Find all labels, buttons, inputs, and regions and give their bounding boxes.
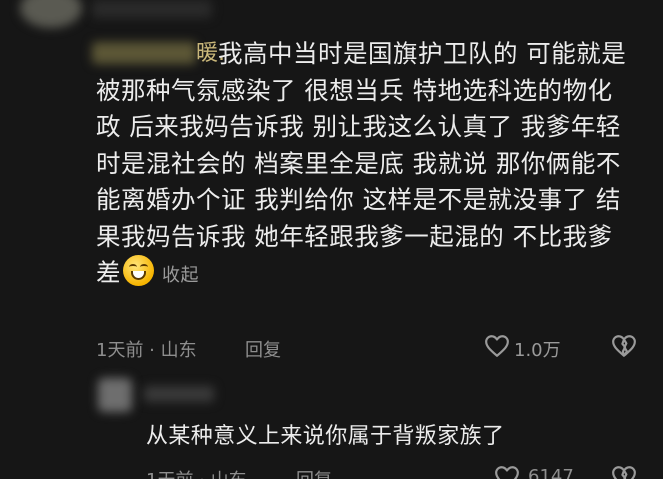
username-top-blurred [92,0,212,18]
comment-line-1: 我高中当时是国旗护卫队的 可能就是 [218,39,627,68]
reply-avatar[interactable] [98,378,132,412]
comment-time-location: 1天前 · 山东 [96,340,197,361]
reply-time-location: 1天前 · 山东 [146,466,247,479]
reply-button[interactable]: 回复 [245,336,281,362]
collapse-button[interactable]: 收起 [162,265,199,286]
comment-line-6: 果我妈告诉我 她年轻跟我爹一起混的 不比我爹 [96,221,613,251]
comment-line-5: 能离婚办个证 我判给你 这样是不是就没事了 结 [96,185,621,214]
reply-reply-button[interactable]: 回复 [296,466,332,479]
comment-text: 我高中当时是国旗护卫队的 可能就是 被那种气氛感染了 很想当兵 特地选科选的物化… [96,36,641,295]
reply-username-blurred[interactable] [144,386,214,402]
comment-line-2: 被那种气氛感染了 很想当兵 特地选科选的物化 [96,75,613,105]
reply-text: 从某种意义上来说你属于背叛家族了 [146,424,505,449]
heart-outline-icon[interactable] [484,334,510,358]
like-count: 1.0万 [514,340,561,361]
comment-line-3: 政 后来我妈告诉我 别让我这么认真了 我爹年轻 [96,112,621,141]
broken-heart-icon[interactable] [611,334,637,358]
grinning-face-emoji-icon [123,255,154,286]
comment-line-4: 时是混社会的 档案里全是底 我就说 那你俩能不 [96,148,621,178]
reply-like-count: 6147 [528,466,574,479]
reply-heart-outline-icon[interactable] [494,465,520,479]
reply-broken-heart-icon[interactable] [611,465,637,479]
avatar-top[interactable] [20,0,82,28]
comment-line-7: 差 [96,258,121,287]
